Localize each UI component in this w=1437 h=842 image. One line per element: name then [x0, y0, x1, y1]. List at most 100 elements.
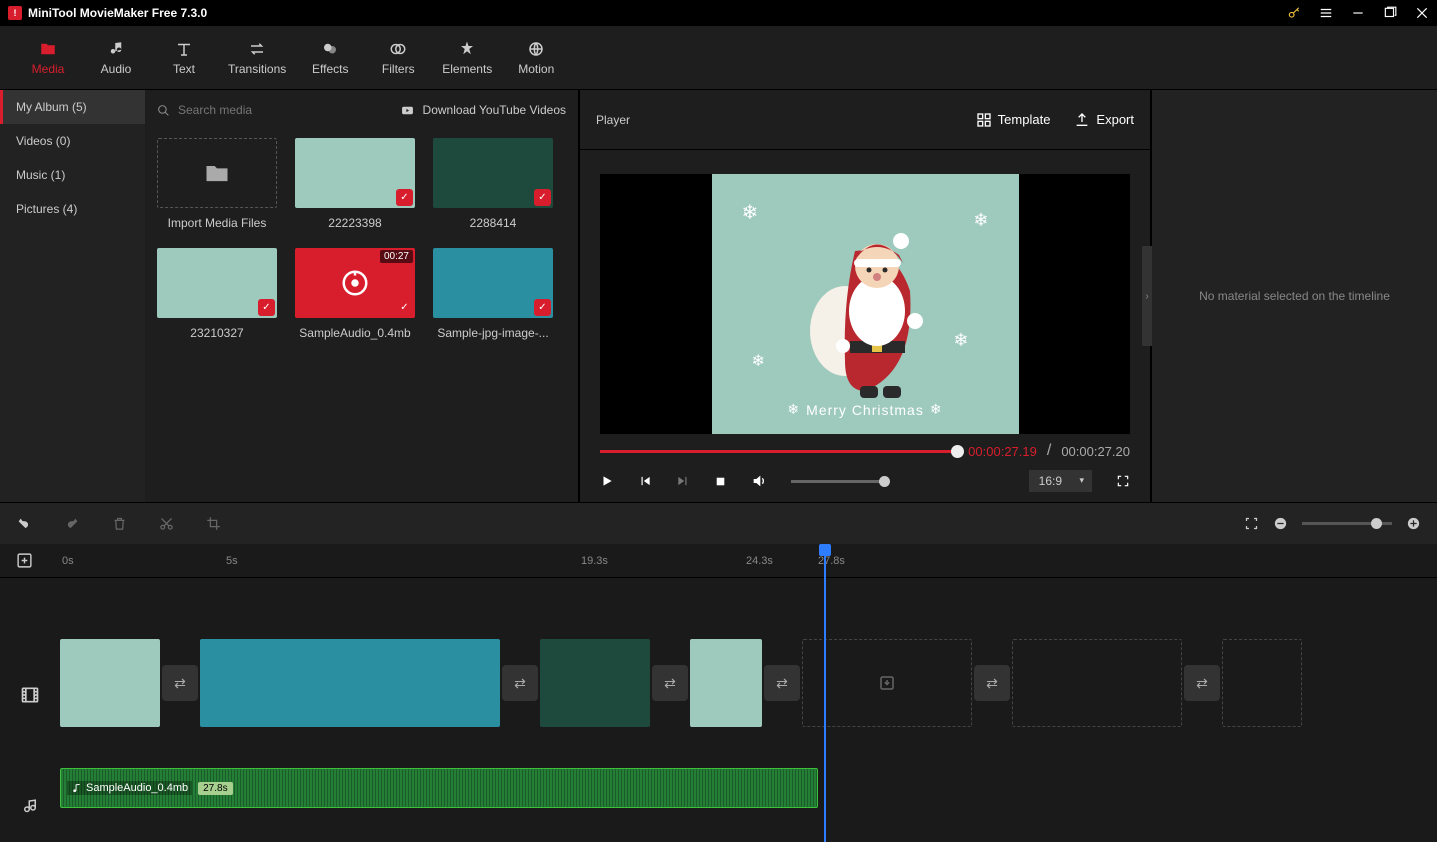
video-track-icon — [0, 578, 60, 772]
timeline-clip[interactable] — [690, 639, 762, 727]
player-title: Player — [596, 113, 630, 127]
tab-label: Filters — [382, 62, 415, 76]
tab-transitions[interactable]: Transitions — [218, 26, 296, 89]
tab-motion[interactable]: Motion — [502, 26, 570, 89]
media-panel: My Album (5) Videos (0) Music (1) Pictur… — [0, 90, 580, 502]
timeline-ruler[interactable]: 0s 5s 19.3s 24.3s 27.8s — [0, 544, 1437, 578]
add-track-button[interactable] — [16, 552, 33, 569]
play-button[interactable] — [600, 474, 614, 488]
youtube-icon — [400, 104, 415, 117]
prev-button[interactable] — [638, 474, 652, 488]
empty-clip-slot[interactable] — [1222, 639, 1302, 727]
next-button[interactable] — [676, 474, 690, 488]
transition-button[interactable]: ⇄ — [502, 665, 538, 701]
zoom-in-button[interactable] — [1406, 516, 1421, 531]
timeline-toolbar — [0, 502, 1437, 544]
maximize-icon[interactable] — [1383, 6, 1397, 20]
empty-clip-slot[interactable] — [1012, 639, 1182, 727]
music-icon — [106, 40, 126, 58]
search-icon — [157, 104, 170, 117]
app-title: MiniTool MovieMaker Free 7.3.0 — [28, 6, 207, 20]
tab-elements[interactable]: Elements — [432, 26, 502, 89]
transition-button[interactable]: ⇄ — [652, 665, 688, 701]
key-icon[interactable] — [1287, 6, 1301, 20]
sidebar-item-my-album[interactable]: My Album (5) — [0, 90, 145, 124]
volume-icon[interactable] — [751, 473, 767, 489]
sparkle-icon — [320, 40, 340, 58]
sidebar-item-pictures[interactable]: Pictures (4) — [0, 192, 145, 226]
preview-image: ❄ ❄ ❄ ❄ — [712, 174, 1019, 434]
download-youtube-link[interactable]: Download YouTube Videos — [423, 103, 566, 117]
zoom-out-button[interactable] — [1273, 516, 1288, 531]
crop-button[interactable] — [206, 516, 221, 532]
player-viewport[interactable]: ❄ ❄ ❄ ❄ — [600, 174, 1130, 434]
fit-button[interactable] — [1244, 516, 1259, 531]
transition-button[interactable]: ⇄ — [764, 665, 800, 701]
audio-track[interactable]: SampleAudio_0.4mb 27.8s — [60, 753, 1437, 823]
empty-clip-slot[interactable] — [802, 639, 972, 727]
no-selection-message: No material selected on the timeline — [1199, 289, 1390, 303]
media-item[interactable]: ✓ 23210327 — [157, 248, 277, 340]
close-icon[interactable] — [1415, 6, 1429, 20]
cut-button[interactable] — [159, 516, 174, 532]
folder-icon — [38, 40, 58, 58]
tab-label: Media — [32, 62, 65, 76]
tab-effects[interactable]: Effects — [296, 26, 364, 89]
tab-label: Elements — [442, 62, 492, 76]
import-media-button[interactable]: Import Media Files — [157, 138, 277, 230]
check-icon: ✓ — [396, 189, 413, 206]
tab-label: Motion — [518, 62, 554, 76]
zoom-slider[interactable] — [1302, 522, 1392, 525]
audio-clip[interactable]: SampleAudio_0.4mb 27.8s — [60, 768, 818, 808]
check-icon: ✓ — [534, 189, 551, 206]
player-panel: Player Template Export ❄ ❄ ❄ ❄ — [580, 90, 1152, 502]
search-input[interactable] — [178, 103, 392, 117]
media-sidebar: My Album (5) Videos (0) Music (1) Pictur… — [0, 90, 145, 502]
transition-button[interactable]: ⇄ — [162, 665, 198, 701]
properties-panel: › No material selected on the timeline — [1152, 90, 1437, 502]
timeline-clip[interactable] — [540, 639, 650, 727]
sidebar-item-music[interactable]: Music (1) — [0, 158, 145, 192]
star-icon — [457, 40, 477, 58]
globe-icon — [526, 40, 546, 58]
media-item[interactable]: ✓ 22223398 — [295, 138, 415, 230]
time-total: 00:00:27.20 — [1061, 444, 1130, 459]
tab-media[interactable]: Media — [14, 26, 82, 89]
template-button[interactable]: Template — [976, 112, 1051, 128]
tab-label: Text — [173, 62, 195, 76]
playhead[interactable] — [824, 544, 826, 842]
timeline: 0s 5s 19.3s 24.3s 27.8s ⇄ ⇄ ⇄ ⇄ — [0, 544, 1437, 842]
duration-badge: 00:27 — [380, 250, 413, 263]
volume-slider[interactable] — [791, 480, 886, 483]
menu-icon[interactable] — [1319, 6, 1333, 20]
tab-filters[interactable]: Filters — [364, 26, 432, 89]
media-item[interactable]: ✓ 2288414 — [433, 138, 553, 230]
fullscreen-icon[interactable] — [1116, 474, 1130, 488]
timeline-clip[interactable] — [60, 639, 160, 727]
export-button[interactable]: Export — [1074, 112, 1134, 128]
title-bar: ! MiniTool MovieMaker Free 7.3.0 — [0, 0, 1437, 26]
check-icon: ✓ — [396, 299, 413, 316]
scrub-bar[interactable] — [600, 450, 958, 453]
media-item[interactable]: 00:27 ✓ SampleAudio_0.4mb — [295, 248, 415, 340]
check-icon: ✓ — [534, 299, 551, 316]
stop-button[interactable] — [714, 475, 727, 488]
delete-button[interactable] — [112, 516, 127, 532]
transition-button[interactable]: ⇄ — [1184, 665, 1220, 701]
aspect-select[interactable]: 16:9 ▾ — [1029, 470, 1092, 492]
tab-audio[interactable]: Audio — [82, 26, 150, 89]
undo-button[interactable] — [16, 516, 32, 532]
collapse-panel-button[interactable]: › — [1142, 246, 1152, 346]
sidebar-item-videos[interactable]: Videos (0) — [0, 124, 145, 158]
text-icon — [174, 40, 194, 58]
media-item[interactable]: ✓ Sample-jpg-image-... — [433, 248, 553, 340]
swap-icon — [247, 40, 267, 58]
video-track[interactable]: ⇄ ⇄ ⇄ ⇄ ⇄ ⇄ — [60, 628, 1437, 738]
timeline-clip[interactable] — [200, 639, 500, 727]
audio-track-icon — [0, 772, 60, 842]
transition-button[interactable]: ⇄ — [974, 665, 1010, 701]
minimize-icon[interactable] — [1351, 6, 1365, 20]
app-icon: ! — [8, 6, 22, 20]
redo-button[interactable] — [64, 516, 80, 532]
tab-text[interactable]: Text — [150, 26, 218, 89]
